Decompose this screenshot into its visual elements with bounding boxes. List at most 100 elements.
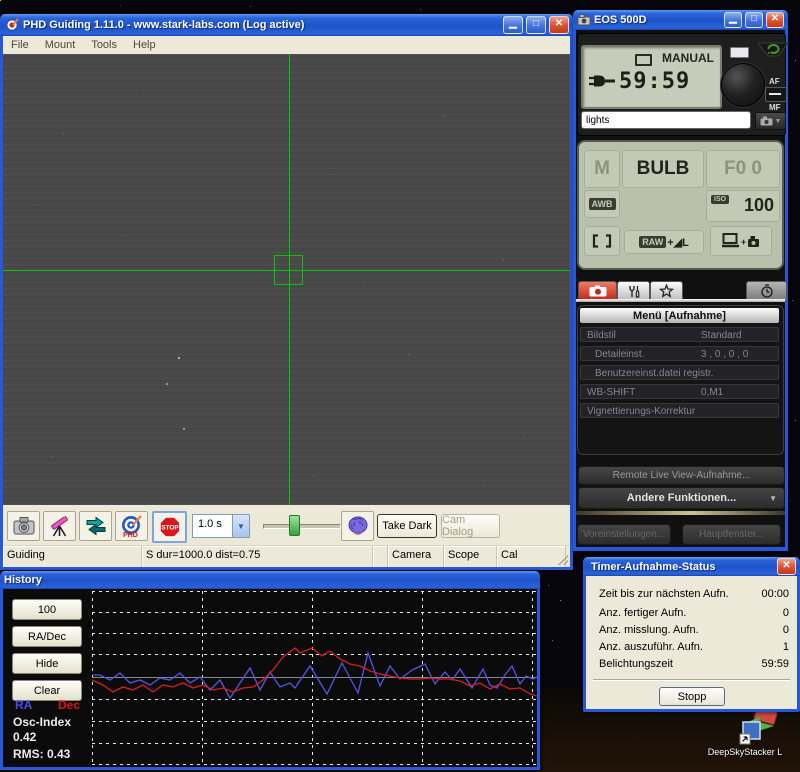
shutter-speed-cell[interactable]: BULB — [622, 150, 704, 188]
stop-button[interactable]: STOP — [152, 511, 187, 543]
advanced-settings-button[interactable] — [341, 511, 374, 541]
camera-settings-panel: M BULB F0 0 AWB ISO 100 RAW +◢L — [577, 140, 784, 270]
eos-menu-row-3[interactable]: WB-SHIFT0,M1 — [580, 384, 779, 399]
aperture-cell[interactable]: F0 0 — [706, 150, 780, 188]
eos-titlebar[interactable]: EOS 500D ▁ □ ✕ — [573, 10, 788, 30]
star — [333, 174, 334, 175]
camera-top-panel: MANUAL 59:59 AF — [577, 33, 786, 136]
exposure-duration-select[interactable]: 1.0 s ▼ — [192, 514, 250, 538]
shutter-speed-value: BULB — [637, 158, 690, 180]
status-panel-5: Cal — [497, 546, 566, 567]
trace-dec — [92, 648, 537, 696]
gamma-slider-thumb[interactable] — [289, 515, 300, 536]
stopp-button[interactable]: Stopp — [659, 687, 725, 706]
af-mf-switch[interactable] — [765, 87, 787, 102]
star — [51, 456, 52, 457]
eos-close-button[interactable]: ✕ — [766, 12, 784, 28]
statusbar-resize-grip[interactable] — [566, 546, 570, 567]
main-window-button[interactable]: Hauptfenster... — [682, 524, 781, 545]
eos-menu-row-4[interactable]: Vignettierungs-Korrektur — [580, 403, 779, 418]
star — [443, 116, 444, 117]
lcd-light-button[interactable] — [730, 47, 749, 58]
deepskystacker-label[interactable]: DeepSkyStacker L — [690, 747, 800, 757]
phd-menubar: FileMountToolsHelp — [3, 36, 570, 55]
timer-row-label: Anz. fertiger Aufn. — [599, 607, 686, 619]
timer-clock-icon — [760, 284, 774, 298]
phd-guiding-window: PHD Guiding 1.11.0 - www.stark-labs.com … — [0, 14, 573, 570]
timer-row-1: Anz. fertiger Aufn.0 — [586, 607, 797, 621]
timer-button[interactable] — [746, 281, 787, 301]
white-balance-cell[interactable]: AWB — [584, 190, 620, 218]
history-button-radec[interactable]: RA/Dec — [12, 626, 82, 647]
eos-maximize-button[interactable]: □ — [745, 12, 763, 28]
phd-titlebar[interactable]: PHD Guiding 1.11.0 - www.stark-labs.com … — [0, 14, 573, 36]
gamma-slider-track[interactable] — [263, 524, 341, 529]
tab-my-menu[interactable] — [650, 281, 683, 301]
telescope-connect-button[interactable] — [43, 511, 76, 541]
loop-exposure-button[interactable] — [79, 511, 112, 541]
phd-guide-canvas[interactable] — [3, 54, 570, 505]
other-functions-label: Andere Funktionen... — [627, 492, 736, 504]
phd-close-button[interactable]: ✕ — [549, 16, 569, 34]
transfer-mode-cell[interactable]: + — [710, 226, 772, 256]
other-functions-button[interactable]: Andere Funktionen... ▼ — [578, 487, 785, 509]
af-area-cell[interactable] — [584, 226, 620, 256]
menu-row-value: Standard — [701, 330, 742, 341]
svg-text:PHD: PHD — [123, 532, 138, 538]
history-button-100[interactable]: 100 — [12, 599, 82, 620]
guide-star-lock-box — [274, 255, 303, 285]
phd-maximize-button[interactable]: □ — [526, 16, 546, 34]
take-dark-button[interactable]: Take Dark — [377, 514, 437, 538]
capture-name-input[interactable] — [581, 111, 751, 129]
dec-legend-label: Dec — [58, 698, 80, 712]
trace-ra — [92, 653, 537, 698]
timer-row-label: Zeit bis zur nächsten Aufn. — [599, 588, 729, 600]
raw-suffix: +◢L — [667, 236, 689, 249]
deepskystacker-icon[interactable] — [737, 708, 781, 746]
eos-menu-row-1[interactable]: Detaileinst.3 , 0 , 0 , 0 — [580, 346, 779, 361]
raw-badge: RAW — [639, 236, 666, 248]
af-label: AF — [769, 77, 780, 86]
guide-button[interactable]: PHD — [115, 511, 148, 541]
image-quality-cell[interactable]: RAW +◢L — [624, 230, 704, 254]
eos-menu-row-0[interactable]: BildstilStandard — [580, 327, 779, 342]
timer-row-3: Anz. auszuführ. Aufn.1 — [586, 641, 797, 655]
iso-cell[interactable]: ISO 100 — [706, 190, 780, 222]
eos-minimize-button[interactable]: ▁ — [724, 12, 742, 28]
tab-setup[interactable] — [617, 281, 650, 301]
gold-divider — [576, 511, 785, 515]
menu-help[interactable]: Help — [125, 39, 164, 51]
timer-titlebar[interactable]: Timer-Aufnahme-Status ✕ — [583, 557, 800, 576]
ra-legend-label: RA — [15, 698, 32, 712]
eos-menu-row-2[interactable]: Benutzereinst.datei registr. — [580, 365, 779, 380]
timer-close-button[interactable]: ✕ — [777, 558, 796, 575]
tab-shooting[interactable] — [578, 281, 617, 301]
cam-dialog-button[interactable]: Cam Dialog — [441, 514, 500, 538]
phd-app-icon — [4, 17, 20, 33]
history-titlebar[interactable]: History — [0, 571, 540, 589]
timer-client-area: Zeit bis zur nächsten Aufn.00:00Anz. fer… — [586, 576, 797, 709]
history-button-hide[interactable]: Hide — [12, 653, 82, 674]
camera-connect-button[interactable] — [7, 511, 40, 541]
timer-row-value: 59:59 — [761, 658, 789, 670]
metering-mode-cell[interactable]: M — [584, 150, 620, 188]
menu-mount[interactable]: Mount — [37, 39, 84, 51]
menu-row-value: 3 , 0 , 0 , 0 — [701, 349, 748, 360]
remote-live-view-button[interactable]: Remote Live View-Aufnahme... — [578, 466, 785, 485]
osc-index-value: 0.42 — [13, 730, 36, 744]
menu-row-label: Vignettierungs-Korrektur — [587, 406, 695, 417]
menu-file[interactable]: File — [3, 39, 37, 51]
timer-row-label: Anz. misslung. Aufn. — [599, 624, 699, 636]
timer-row-label: Belichtungszeit — [599, 658, 673, 670]
chevron-down-icon: ▼ — [775, 118, 782, 125]
history-window: History 100RA/DecHideClear RA Dec Osc-In… — [0, 571, 540, 770]
preferences-button[interactable]: Voreinstellungen... — [577, 524, 671, 545]
status-panel-1: S dur=1000.0 dist=0.75 — [142, 546, 373, 567]
camera-folder-button[interactable]: ▼ — [755, 112, 786, 130]
svg-text:+: + — [741, 237, 746, 247]
star — [363, 286, 364, 287]
menu-tools[interactable]: Tools — [83, 39, 125, 51]
phd-minimize-button[interactable]: ▁ — [503, 16, 523, 34]
chevron-down-icon[interactable]: ▼ — [232, 515, 249, 537]
camera-tab-icon — [589, 285, 607, 297]
